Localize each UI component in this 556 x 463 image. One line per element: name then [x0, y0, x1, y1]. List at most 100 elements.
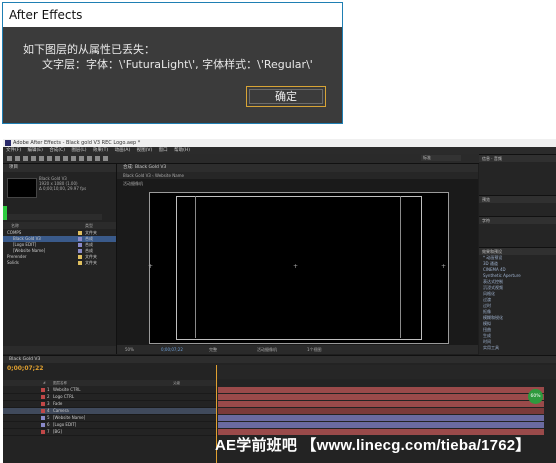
col-parent: 父级: [173, 381, 180, 385]
layer-bar[interactable]: [218, 401, 544, 407]
effects-tab[interactable]: 效果和预设: [479, 248, 556, 255]
layer-row[interactable]: 5 [Website Name]: [3, 415, 216, 422]
menu-composition[interactable]: 合成(C): [49, 148, 65, 153]
menu-effect[interactable]: 效果(T): [93, 148, 108, 153]
home-icon[interactable]: [7, 156, 12, 161]
project-columns: 名称 类型: [3, 222, 116, 229]
zoom-tool-icon[interactable]: [31, 156, 36, 161]
resolution-select[interactable]: 完整: [209, 345, 217, 354]
views-select[interactable]: 1个视图: [307, 345, 322, 354]
hand-tool-icon[interactable]: [23, 156, 28, 161]
dialog-message: 如下图层的从属性已丢失：: [23, 43, 155, 56]
col-name[interactable]: 名称: [11, 222, 19, 229]
ae-app-icon: [5, 140, 11, 146]
layer-bar[interactable]: [218, 408, 544, 414]
layer-row[interactable]: 1 Website CTRL: [3, 387, 216, 394]
ok-button-label: 确定: [275, 90, 297, 103]
layer-number: 1: [47, 387, 50, 392]
camera-select[interactable]: 活动摄像机: [257, 345, 277, 354]
label-swatch: [78, 255, 82, 259]
clone-tool-icon[interactable]: [95, 156, 100, 161]
layer-number: 7: [47, 429, 50, 434]
layer-row[interactable]: 6 [Logo EDIT]: [3, 422, 216, 429]
preview-panel: 预览: [479, 195, 556, 216]
rotate-tool-icon[interactable]: [39, 156, 44, 161]
selection-tool-icon[interactable]: [15, 156, 20, 161]
layer-name: [Logo EDIT]: [53, 422, 77, 427]
project-item-name: Solids: [7, 260, 19, 265]
layer-bar[interactable]: [218, 422, 544, 428]
layer-name: Logo CTRL: [53, 394, 75, 399]
menu-layer[interactable]: 图层(L): [71, 148, 86, 153]
brush-tool-icon[interactable]: [87, 156, 92, 161]
layer-row[interactable]: 4 Camera: [3, 408, 216, 415]
layer-row[interactable]: 7 [BG]: [3, 429, 216, 436]
comp-breadcrumb: Black Gold V3 ‹ Website Name: [117, 172, 478, 179]
project-item[interactable]: Solids 文件夹: [3, 260, 116, 266]
label-swatch: [41, 409, 45, 413]
comp-breadcrumb-label[interactable]: Black Gold V3 ‹ Website Name: [123, 173, 184, 178]
current-time-display[interactable]: 0;00;07;22: [7, 365, 43, 372]
layer-bar[interactable]: [218, 394, 544, 400]
title-safe-frame: [176, 196, 422, 340]
layer-bar[interactable]: [218, 387, 544, 393]
label-swatch: [78, 249, 82, 253]
viewer-controls: 50% 0;00;07;22 完整 活动摄像机 1个视图: [117, 345, 478, 354]
col-type[interactable]: 类型: [85, 222, 93, 229]
text-tool-icon[interactable]: [79, 156, 84, 161]
workspace-select[interactable]: 标准: [421, 155, 461, 161]
layer-row[interactable]: 3 Fade: [3, 401, 216, 408]
label-swatch: [78, 261, 82, 265]
edge-mark-icon: +: [148, 263, 154, 270]
center-crosshair-icon: +: [293, 263, 299, 270]
character-tab[interactable]: 字符: [479, 217, 556, 224]
layer-bar[interactable]: [218, 415, 544, 421]
layer-name: [BG]: [53, 429, 62, 434]
label-swatch: [41, 395, 45, 399]
menu-edit[interactable]: 编辑(E): [28, 148, 43, 153]
menu-animation[interactable]: 动画(A): [115, 148, 131, 153]
site-watermark: AE学前班吧 【www.linecg.com/tieba/1762】: [215, 437, 531, 454]
pan-behind-tool-icon[interactable]: [55, 156, 60, 161]
project-search-input[interactable]: [7, 214, 102, 220]
zoom-select[interactable]: 50%: [125, 345, 134, 354]
tools-bar: 标准: [3, 154, 556, 164]
time-ruler[interactable]: [216, 365, 556, 463]
layer-number: 2: [47, 394, 50, 399]
col-number: #: [43, 381, 46, 385]
ok-button[interactable]: 确定: [246, 86, 326, 107]
label-swatch: [78, 237, 82, 241]
layer-row[interactable]: 2 Logo CTRL: [3, 394, 216, 401]
project-tab[interactable]: 项目: [3, 164, 116, 172]
mask-tool-icon[interactable]: [63, 156, 68, 161]
effect-category[interactable]: 实用工具: [479, 345, 556, 351]
layer-name: Camera: [53, 408, 69, 413]
ram-preview-indicator: 60%: [528, 389, 543, 404]
eraser-tool-icon[interactable]: [103, 156, 108, 161]
viewer-timecode[interactable]: 0;00;07;22: [161, 345, 183, 354]
project-item-type: 文件夹: [85, 260, 97, 265]
preview-tab[interactable]: 预览: [479, 196, 556, 203]
timeline-tab[interactable]: Black Gold V3: [3, 356, 556, 363]
menu-help[interactable]: 帮助(H): [174, 148, 190, 153]
label-swatch: [78, 231, 82, 235]
label-swatch: [41, 416, 45, 420]
menu-view[interactable]: 视图(V): [137, 148, 153, 153]
info-tab[interactable]: 信息 · 音频: [479, 155, 556, 162]
menu-file[interactable]: 文件(F): [6, 148, 21, 153]
comp-stage[interactable]: + + +: [148, 192, 449, 344]
effects-panel: 效果和预设 * 动画预设 3D 通道 CINEMA 4D Synthetic A…: [479, 247, 556, 355]
camera-tool-icon[interactable]: [47, 156, 52, 161]
menu-window[interactable]: 窗口: [159, 148, 168, 153]
layer-number: 4: [47, 408, 50, 413]
window-title-bar: Adobe After Effects - Black gold V3 REC …: [3, 139, 556, 147]
layer-name: Website CTRL: [53, 387, 81, 392]
dialog-message-detail: 文字层：字体：\'FuturaLight\', 字体样式：\'Regular\': [42, 58, 313, 71]
layer-columns: # 图层名称 父级: [3, 380, 216, 386]
layer-number: 5: [47, 415, 50, 420]
composition-tab[interactable]: 合成: Black Gold V3: [117, 164, 478, 172]
dialog-title: After Effects: [3, 3, 342, 27]
composition-viewer: 合成: Black Gold V3 Black Gold V3 ‹ Websit…: [117, 164, 478, 354]
guide-line: [400, 196, 401, 338]
pen-tool-icon[interactable]: [71, 156, 76, 161]
